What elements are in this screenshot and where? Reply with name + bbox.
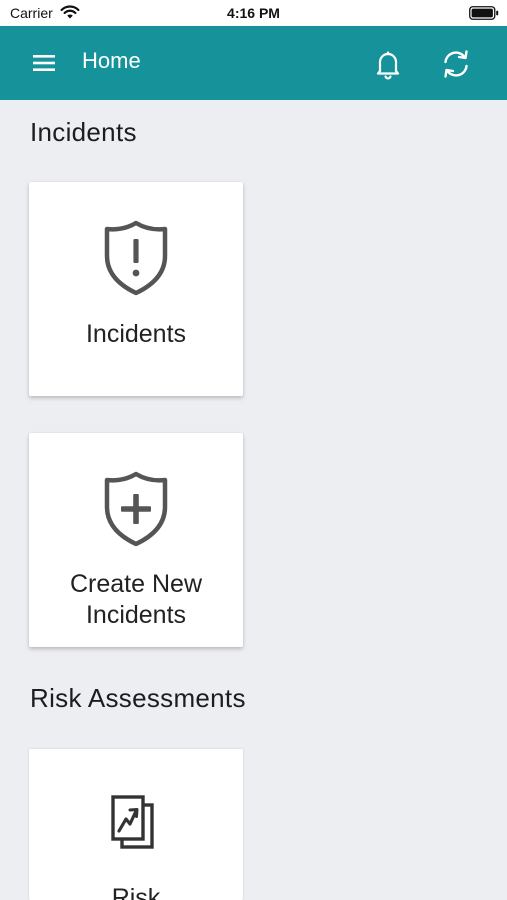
refresh-icon: [444, 50, 468, 78]
tile-icon-wrapper: [29, 469, 243, 549]
tile-label-line: Incidents: [85, 601, 187, 629]
status-bar: Carrier 4:16 PM: [0, 0, 507, 26]
risk-tile[interactable]: Risk: [29, 749, 243, 900]
bell-icon: [376, 51, 400, 80]
battery-icon: [469, 6, 499, 20]
incidents-tile[interactable]: Incidents: [29, 182, 243, 396]
risk-documents-icon: [111, 795, 154, 849]
tile-icon-wrapper: [29, 218, 243, 298]
tile-label: Risk: [111, 884, 161, 900]
tile-icon-wrapper: [29, 793, 243, 855]
tile-label: Create New Incidents: [29, 569, 243, 631]
section-title-incidents: Incidents: [30, 117, 137, 147]
status-time: 4:16 PM: [227, 5, 280, 21]
section-title-risk-assessments: Risk Assessments: [30, 683, 246, 713]
page-title: Home: [82, 48, 141, 73]
create-new-incidents-tile[interactable]: Create New Incidents: [29, 433, 243, 647]
app-bar: Home: [0, 26, 507, 100]
shield-plus-icon: [104, 471, 168, 547]
tile-label-line: Create New: [70, 570, 202, 598]
menu-button[interactable]: [26, 50, 64, 76]
notifications-button[interactable]: [370, 46, 406, 82]
hamburger-menu-icon: [33, 55, 55, 71]
shield-exclamation-icon: [104, 220, 168, 296]
refresh-button[interactable]: [438, 46, 474, 82]
tile-label: Incidents: [85, 320, 187, 348]
